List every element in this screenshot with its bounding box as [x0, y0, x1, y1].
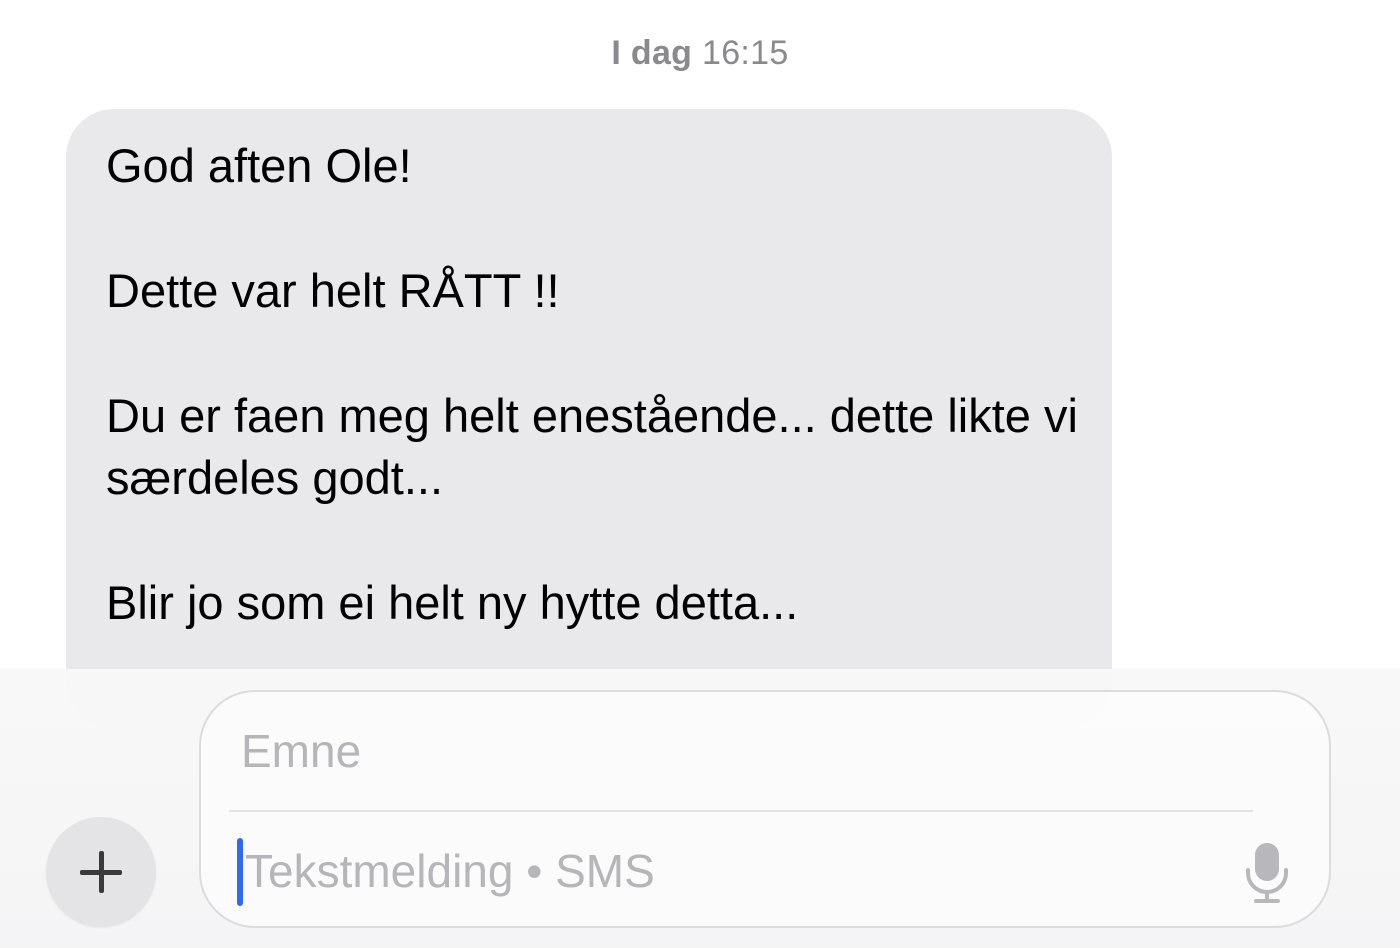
- message-line: Blir jo som ei helt ny hytte detta...: [106, 576, 799, 629]
- field-divider: [229, 810, 1253, 812]
- plus-icon-stroke: [99, 851, 104, 893]
- message-line: Dette var helt RÅTT !!: [106, 264, 560, 317]
- microphone-icon[interactable]: [1243, 842, 1291, 904]
- timestamp-day: I dag: [611, 34, 693, 72]
- text-cursor: [237, 838, 243, 906]
- messages-screen: I dag 16:15 God aften Ole! Dette var hel…: [0, 0, 1400, 948]
- message-timestamp: I dag 16:15: [0, 34, 1400, 73]
- message-input-box[interactable]: Emne Tekstmelding • SMS: [199, 690, 1331, 928]
- message-field[interactable]: Tekstmelding • SMS: [245, 844, 655, 898]
- timestamp-time: 16:15: [702, 34, 789, 72]
- add-attachment-button[interactable]: [46, 817, 156, 927]
- message-line: Du er faen meg helt enestående... dette …: [106, 389, 1078, 504]
- subject-field[interactable]: Emne: [241, 724, 361, 778]
- received-message-bubble[interactable]: God aften Ole! Dette var helt RÅTT !! Du…: [66, 109, 1112, 729]
- message-line: God aften Ole!: [106, 139, 412, 192]
